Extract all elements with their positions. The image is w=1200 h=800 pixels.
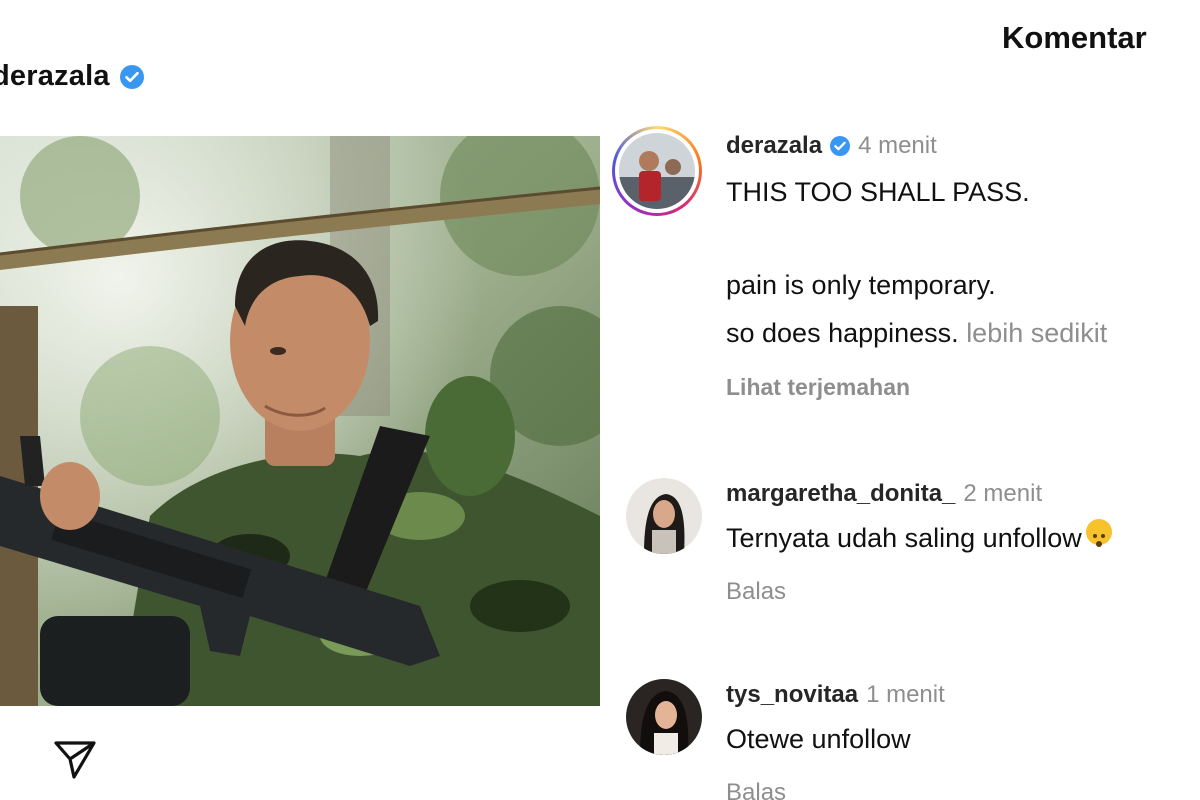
post-header: derazala <box>0 60 144 93</box>
comment-username[interactable]: derazala <box>726 132 822 160</box>
comment-text: Ternyata udah saling unfollow <box>726 515 1112 561</box>
comments-title: Komentar <box>1002 20 1147 55</box>
comment-username[interactable]: tys_novitaa <box>726 681 858 709</box>
emoji-icon <box>1085 519 1112 547</box>
avatar[interactable] <box>626 478 702 554</box>
see-translation-link[interactable]: Lihat terjemahan <box>726 374 910 401</box>
post-photo[interactable] <box>0 136 600 706</box>
avatar-image <box>619 133 695 209</box>
post-actions <box>0 735 140 785</box>
soldier-photo <box>0 136 600 706</box>
caption-meta: derazala 4 menit <box>726 132 937 160</box>
avatar-image <box>626 679 702 755</box>
comment-username[interactable]: margaretha_donita_ <box>726 480 955 508</box>
comment-time: 2 menit <box>963 480 1043 507</box>
caption-line: THIS TOO SHALL PASS. <box>726 177 1030 207</box>
list-item: margaretha_donita_ 2 menit Ternyata udah… <box>612 478 1200 618</box>
paper-plane-icon[interactable] <box>52 737 98 786</box>
caption-comment: derazala 4 menit THIS TOO SHALL PASS. pa… <box>612 126 1200 416</box>
comment-text-content: Ternyata udah saling unfollow <box>726 523 1082 553</box>
reply-button[interactable]: Balas <box>726 779 786 800</box>
comment-icon[interactable] <box>0 735 18 784</box>
comment-meta: margaretha_donita_ 2 menit <box>726 480 1042 508</box>
comment-meta: tys_novitaa 1 menit <box>726 681 945 709</box>
avatar[interactable] <box>612 126 702 216</box>
caption-line-text: so does happiness. <box>726 318 959 348</box>
comment-time: 4 menit <box>858 132 937 159</box>
caption-line: pain is only temporary. <box>726 270 996 300</box>
comment-text: Otewe unfollow <box>726 724 911 754</box>
verified-badge-icon <box>119 64 144 89</box>
caption-line: so does happiness. lebih sedikit <box>726 310 1107 356</box>
reply-button[interactable]: Balas <box>726 578 786 606</box>
avatar[interactable] <box>626 679 702 755</box>
less-link[interactable]: lebih sedikit <box>966 318 1107 348</box>
avatar-image <box>626 478 702 554</box>
list-item: tys_novitaa 1 menit Otewe unfollow Balas <box>612 679 1200 800</box>
comment-time: 1 menit <box>866 681 945 708</box>
verified-badge-icon <box>830 136 851 156</box>
post-username[interactable]: derazala <box>0 60 110 93</box>
